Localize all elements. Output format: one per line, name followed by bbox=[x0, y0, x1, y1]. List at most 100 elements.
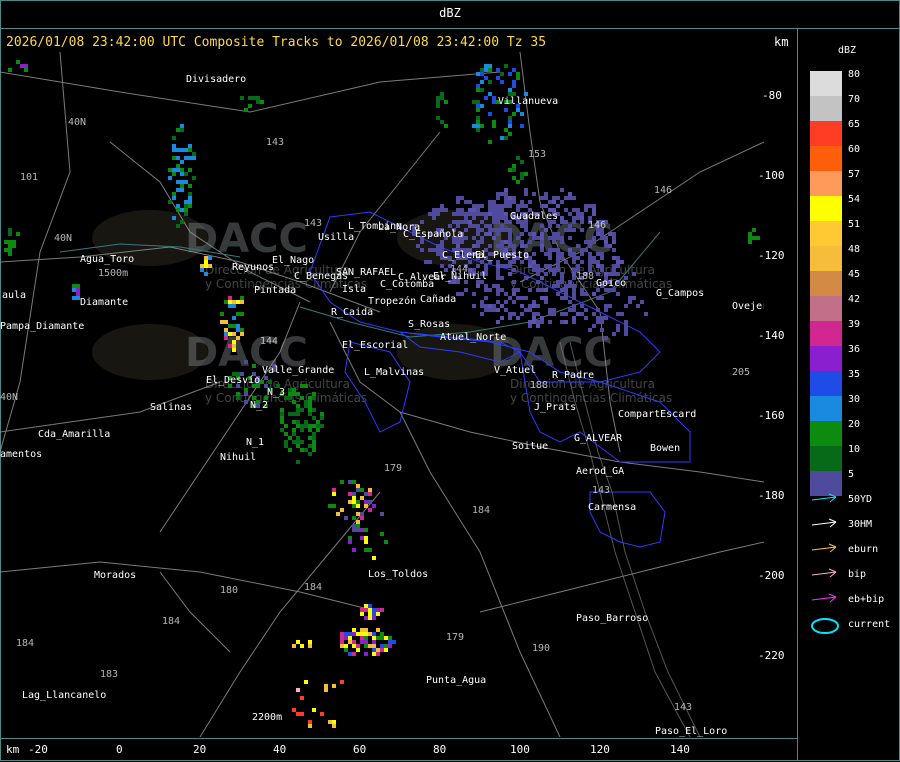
echo-cell bbox=[428, 212, 432, 216]
echo-cell bbox=[376, 612, 380, 616]
echo-cell bbox=[228, 304, 232, 308]
echo-cell bbox=[496, 288, 500, 292]
echo-cell bbox=[204, 272, 208, 276]
echo-cell bbox=[380, 648, 384, 652]
echo-cell bbox=[600, 256, 604, 260]
x-tick: 0 bbox=[116, 743, 123, 756]
echo-cell bbox=[480, 104, 484, 108]
place-label: S_Rosas bbox=[408, 319, 450, 330]
echo-cell bbox=[344, 516, 348, 520]
echo-cell bbox=[176, 148, 180, 152]
echo-cell bbox=[620, 312, 624, 316]
echo-cell bbox=[480, 88, 484, 92]
echo-cell bbox=[180, 148, 184, 152]
track-legend-label: 30HM bbox=[848, 519, 873, 530]
echo-cell bbox=[488, 224, 492, 228]
place-label: SAN_RAFAEL bbox=[336, 267, 396, 278]
echo-cell bbox=[4, 248, 8, 252]
echo-cell bbox=[560, 188, 564, 192]
echo-cell bbox=[520, 244, 524, 248]
echo-cell bbox=[292, 392, 296, 396]
echo-cell bbox=[300, 428, 304, 432]
echo-cell bbox=[560, 252, 564, 256]
echo-cell bbox=[628, 296, 632, 300]
echo-cell bbox=[500, 136, 504, 140]
echo-cell bbox=[524, 172, 528, 176]
title-bar: dBZ bbox=[0, 0, 900, 29]
echo-cell bbox=[264, 376, 268, 380]
place-label: Reyunos bbox=[232, 262, 274, 273]
echo-cell bbox=[544, 192, 548, 196]
echo-cell bbox=[460, 196, 464, 200]
place-label: Paso_El_Loro bbox=[655, 726, 727, 737]
place-label: Goico bbox=[596, 278, 626, 289]
echo-cell bbox=[568, 228, 572, 232]
echo-cell bbox=[364, 652, 368, 656]
echo-cell bbox=[472, 212, 476, 216]
color-scale-label: 20 bbox=[848, 419, 861, 430]
echo-cell bbox=[540, 248, 544, 252]
echo-cell bbox=[360, 632, 364, 636]
place-label: Paso_Barroso bbox=[576, 613, 648, 624]
echo-cell bbox=[356, 648, 360, 652]
echo-cell bbox=[624, 304, 628, 308]
radar-map[interactable]: DACCDirección de Agriculturay Contingenc… bbox=[0, 52, 764, 737]
echo-cell bbox=[536, 288, 540, 292]
place-label: Diamante bbox=[80, 297, 128, 308]
color-scale-label: 80 bbox=[848, 69, 861, 80]
echo-cell bbox=[592, 204, 596, 208]
echo-cell bbox=[308, 452, 312, 456]
echo-cell bbox=[596, 308, 600, 312]
echo-cell bbox=[320, 412, 324, 416]
echo-cell bbox=[364, 640, 368, 644]
echo-cell bbox=[364, 644, 368, 648]
route-label: 143 bbox=[674, 702, 692, 713]
echo-cell bbox=[228, 300, 232, 304]
echo-cell bbox=[572, 260, 576, 264]
echo-cell bbox=[8, 248, 12, 252]
echo-cell bbox=[280, 416, 284, 420]
echo-cell bbox=[24, 64, 28, 68]
echo-cell bbox=[540, 232, 544, 236]
echo-cell bbox=[176, 180, 180, 184]
echo-cell bbox=[748, 232, 752, 236]
echo-cell bbox=[380, 644, 384, 648]
echo-cell bbox=[572, 308, 576, 312]
echo-cell bbox=[72, 284, 76, 288]
echo-cell bbox=[356, 488, 360, 492]
arrow-icon bbox=[811, 593, 837, 603]
echo-cell bbox=[484, 264, 488, 268]
echo-cell bbox=[492, 228, 496, 232]
echo-cell bbox=[372, 644, 376, 648]
echo-cell bbox=[552, 232, 556, 236]
color-scale-label: 5 bbox=[848, 469, 855, 480]
color-swatch bbox=[810, 371, 842, 396]
echo-cell bbox=[172, 136, 176, 140]
echo-cell bbox=[8, 244, 12, 248]
echo-cell bbox=[580, 248, 584, 252]
echo-cell bbox=[332, 504, 336, 508]
echo-cell bbox=[360, 512, 364, 516]
color-swatch bbox=[810, 146, 842, 171]
echo-cell bbox=[596, 320, 600, 324]
echo-cell bbox=[308, 436, 312, 440]
echo-cell bbox=[540, 316, 544, 320]
echo-cell bbox=[288, 412, 292, 416]
echo-cell bbox=[468, 212, 472, 216]
y-tick: -200 bbox=[758, 569, 785, 582]
echo-cell bbox=[508, 240, 512, 244]
echo-cell bbox=[440, 240, 444, 244]
place-label: Soitue bbox=[512, 441, 548, 452]
echo-cell bbox=[576, 244, 580, 248]
echo-cell bbox=[508, 196, 512, 200]
echo-cell bbox=[440, 92, 444, 96]
echo-cell bbox=[308, 408, 312, 412]
echo-cell bbox=[548, 224, 552, 228]
echo-cell bbox=[500, 276, 504, 280]
color-swatch bbox=[810, 346, 842, 371]
route-label: 184 bbox=[16, 638, 34, 649]
echo-cell bbox=[464, 212, 468, 216]
place-label: G_ALVEAR bbox=[574, 433, 623, 444]
echo-cell bbox=[364, 528, 368, 532]
echo-cell bbox=[300, 644, 304, 648]
